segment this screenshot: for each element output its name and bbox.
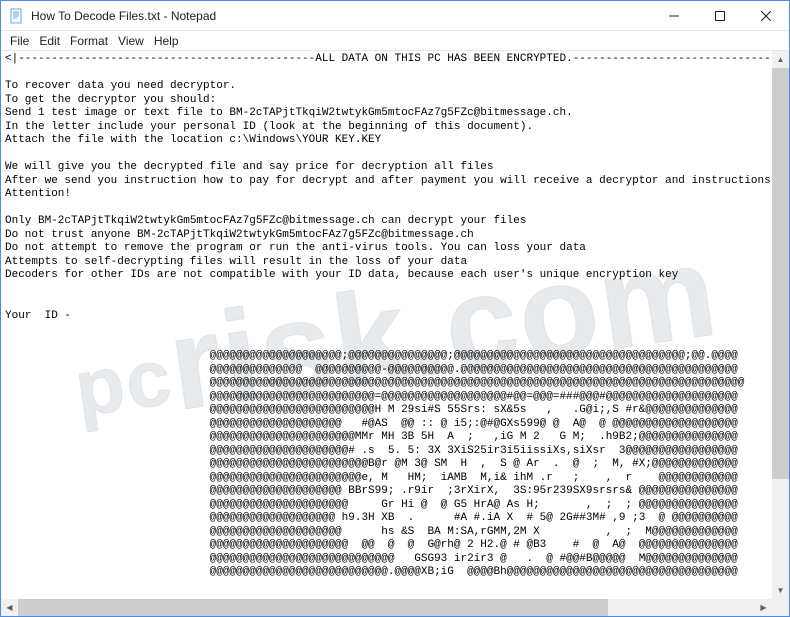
chevron-up-icon: ▲ bbox=[777, 55, 785, 64]
maximize-button[interactable] bbox=[697, 1, 743, 31]
chevron-down-icon: ▼ bbox=[777, 586, 785, 595]
menubar: File Edit Format View Help bbox=[1, 31, 789, 51]
vertical-scrollbar[interactable]: ▲ ▼ bbox=[772, 51, 789, 599]
window-title: How To Decode Files.txt - Notepad bbox=[31, 9, 651, 23]
notepad-window: How To Decode Files.txt - Notepad File E… bbox=[0, 0, 790, 617]
scroll-v-track[interactable] bbox=[772, 68, 789, 582]
menu-edit[interactable]: Edit bbox=[34, 32, 65, 50]
scroll-down-button[interactable]: ▼ bbox=[772, 582, 789, 599]
scroll-h-track[interactable] bbox=[18, 599, 755, 616]
scroll-up-button[interactable]: ▲ bbox=[772, 51, 789, 68]
scroll-h-thumb[interactable] bbox=[18, 599, 608, 616]
editor-area: pcrisk.com <|---------------------------… bbox=[1, 51, 789, 616]
scroll-v-thumb[interactable] bbox=[772, 68, 789, 479]
menu-format[interactable]: Format bbox=[65, 32, 113, 50]
menu-help[interactable]: Help bbox=[149, 32, 184, 50]
scroll-left-button[interactable]: ◀ bbox=[1, 599, 18, 616]
scroll-right-button[interactable]: ▶ bbox=[755, 599, 772, 616]
chevron-left-icon: ◀ bbox=[6, 603, 12, 612]
text-editor[interactable]: <|--------------------------------------… bbox=[1, 51, 789, 616]
menu-view[interactable]: View bbox=[113, 32, 149, 50]
horizontal-scrollbar[interactable]: ◀ ▶ bbox=[1, 599, 772, 616]
menu-file[interactable]: File bbox=[5, 32, 34, 50]
maximize-icon bbox=[715, 11, 725, 21]
close-button[interactable] bbox=[743, 1, 789, 31]
minimize-button[interactable] bbox=[651, 1, 697, 31]
minimize-icon bbox=[669, 11, 679, 21]
scrollbar-corner bbox=[772, 599, 789, 616]
chevron-right-icon: ▶ bbox=[760, 603, 766, 612]
notepad-icon bbox=[9, 8, 25, 24]
close-icon bbox=[761, 11, 771, 21]
titlebar[interactable]: How To Decode Files.txt - Notepad bbox=[1, 1, 789, 31]
